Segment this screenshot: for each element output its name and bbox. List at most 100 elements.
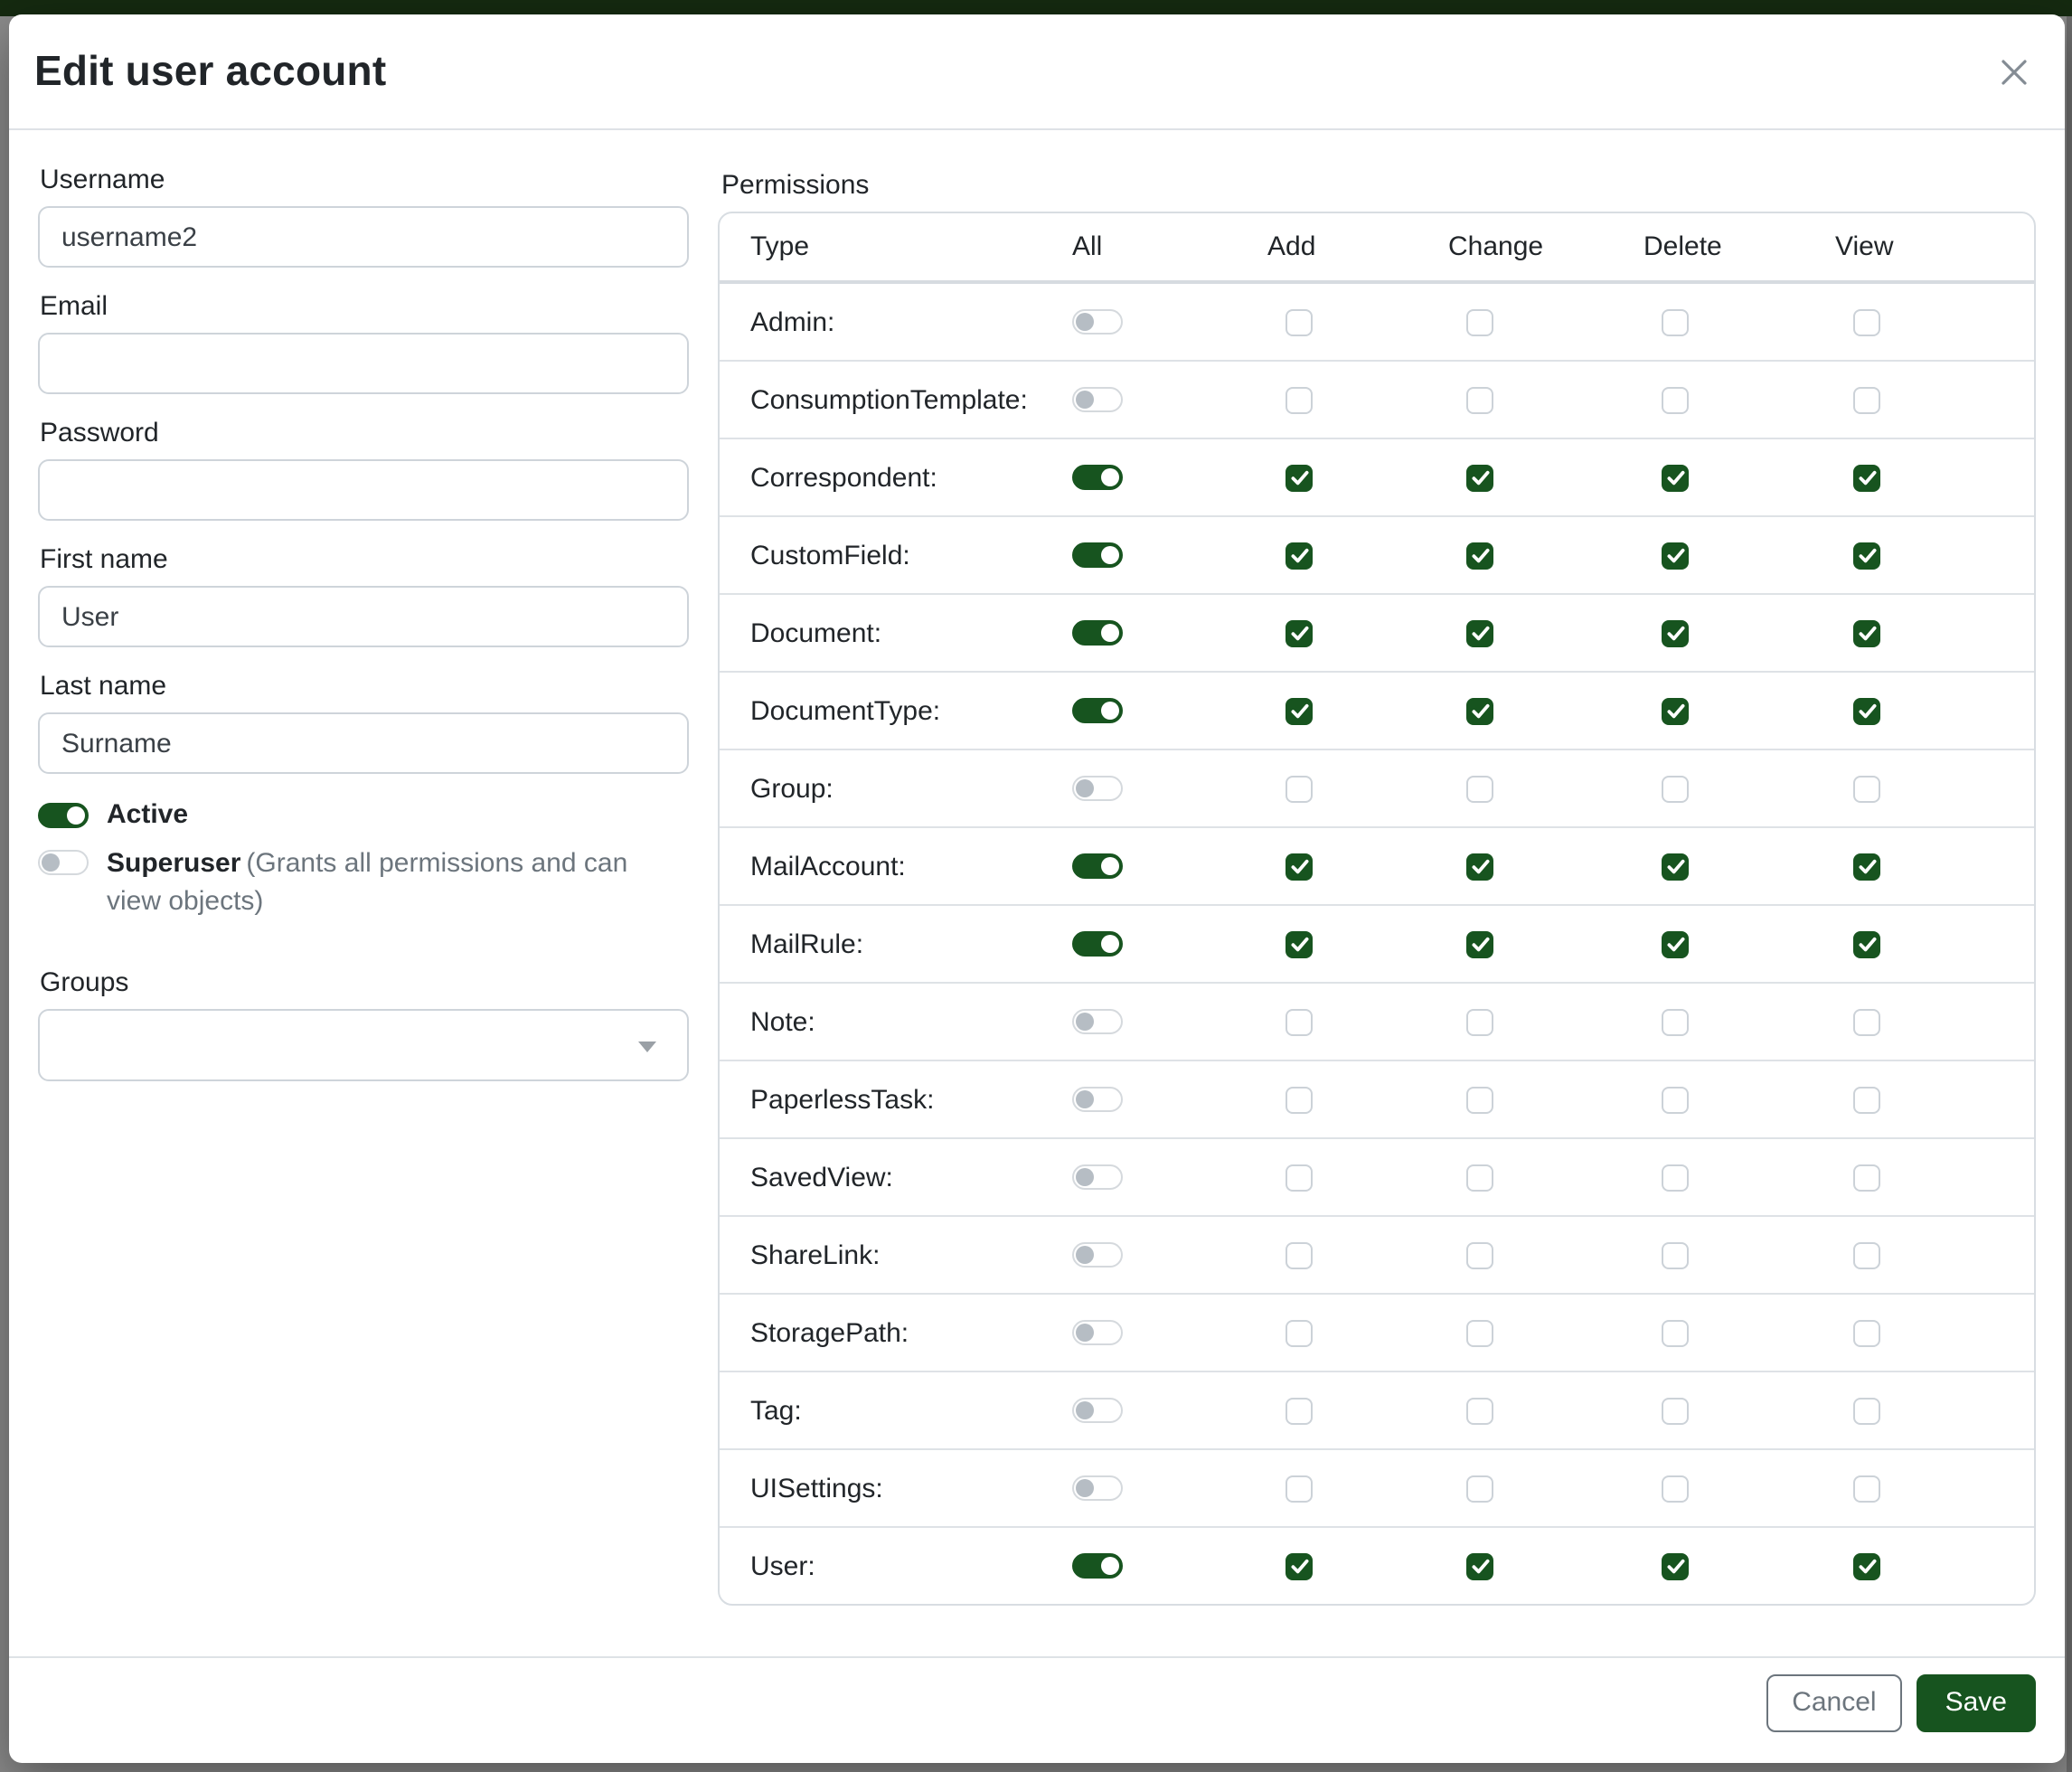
permission-delete-checkbox[interactable] — [1662, 308, 1689, 335]
permission-view-checkbox[interactable] — [1853, 386, 1880, 413]
permission-delete-checkbox[interactable] — [1662, 619, 1689, 646]
permission-delete-checkbox[interactable] — [1662, 1319, 1689, 1346]
permission-change-checkbox[interactable] — [1466, 1397, 1493, 1424]
permission-all-toggle[interactable] — [1072, 465, 1123, 490]
permission-all-toggle[interactable] — [1072, 1320, 1123, 1345]
permission-delete-checkbox[interactable] — [1662, 1241, 1689, 1268]
permission-view-checkbox[interactable] — [1853, 853, 1880, 880]
permission-add-checkbox[interactable] — [1286, 1319, 1313, 1346]
permission-add-checkbox[interactable] — [1286, 1397, 1313, 1424]
permission-view-checkbox[interactable] — [1853, 1397, 1880, 1424]
username-input[interactable] — [38, 206, 689, 268]
permission-view-checkbox[interactable] — [1853, 1552, 1880, 1579]
permission-add-checkbox[interactable] — [1286, 308, 1313, 335]
permission-all-toggle[interactable] — [1072, 309, 1123, 335]
permission-view-checkbox[interactable] — [1853, 619, 1880, 646]
permission-add-checkbox[interactable] — [1286, 464, 1313, 491]
permission-add-checkbox[interactable] — [1286, 619, 1313, 646]
permission-delete-checkbox[interactable] — [1662, 775, 1689, 802]
permission-change-checkbox[interactable] — [1466, 386, 1493, 413]
close-button[interactable] — [1992, 50, 2036, 93]
permission-change-checkbox[interactable] — [1466, 1086, 1493, 1113]
permission-change-checkbox[interactable] — [1466, 1475, 1493, 1502]
cancel-button[interactable]: Cancel — [1766, 1674, 1901, 1732]
permission-all-toggle[interactable] — [1072, 1164, 1123, 1190]
permission-delete-checkbox[interactable] — [1662, 386, 1689, 413]
permission-delete-checkbox[interactable] — [1662, 930, 1689, 957]
save-button[interactable]: Save — [1917, 1674, 2036, 1732]
permission-change-checkbox[interactable] — [1466, 1008, 1493, 1035]
permission-change-checkbox[interactable] — [1466, 1552, 1493, 1579]
permission-view-checkbox[interactable] — [1853, 930, 1880, 957]
first-name-input[interactable] — [38, 586, 689, 647]
permission-view-checkbox[interactable] — [1853, 775, 1880, 802]
page-scrollbar[interactable] — [2067, 16, 2072, 1772]
permission-change-checkbox[interactable] — [1466, 542, 1493, 569]
permission-all-toggle[interactable] — [1072, 1087, 1123, 1112]
permission-delete-checkbox[interactable] — [1662, 697, 1689, 724]
permission-change-checkbox[interactable] — [1466, 1164, 1493, 1191]
permission-all-toggle[interactable] — [1072, 1475, 1123, 1501]
permission-all-toggle[interactable] — [1072, 1398, 1123, 1423]
superuser-toggle[interactable] — [38, 850, 89, 875]
permission-delete-checkbox[interactable] — [1662, 542, 1689, 569]
permission-change-checkbox[interactable] — [1466, 464, 1493, 491]
permission-delete-checkbox[interactable] — [1662, 1164, 1689, 1191]
permission-row: MailAccount: — [720, 826, 2034, 904]
permission-all-toggle[interactable] — [1072, 542, 1123, 568]
permission-all-toggle[interactable] — [1072, 387, 1123, 412]
permission-add-checkbox[interactable] — [1286, 1241, 1313, 1268]
permission-all-toggle[interactable] — [1072, 698, 1123, 723]
email-input[interactable] — [38, 333, 689, 394]
permission-delete-checkbox[interactable] — [1662, 1086, 1689, 1113]
permission-delete-checkbox[interactable] — [1662, 1552, 1689, 1579]
active-toggle[interactable] — [38, 802, 89, 827]
permission-add-checkbox[interactable] — [1286, 1475, 1313, 1502]
password-input[interactable] — [38, 459, 689, 521]
permission-view-checkbox[interactable] — [1853, 464, 1880, 491]
permission-change-checkbox[interactable] — [1466, 697, 1493, 724]
permission-add-checkbox[interactable] — [1286, 775, 1313, 802]
permission-all-toggle[interactable] — [1072, 931, 1123, 957]
permission-all-toggle[interactable] — [1072, 1553, 1123, 1579]
permission-view-checkbox[interactable] — [1853, 1086, 1880, 1113]
permission-change-checkbox[interactable] — [1466, 775, 1493, 802]
permission-add-checkbox[interactable] — [1286, 542, 1313, 569]
groups-select[interactable] — [38, 1009, 689, 1081]
permission-add-checkbox[interactable] — [1286, 386, 1313, 413]
permission-add-checkbox[interactable] — [1286, 1164, 1313, 1191]
permission-view-checkbox[interactable] — [1853, 1319, 1880, 1346]
permission-view-checkbox[interactable] — [1853, 1241, 1880, 1268]
permission-add-checkbox[interactable] — [1286, 697, 1313, 724]
password-label: Password — [40, 418, 689, 450]
permission-all-toggle[interactable] — [1072, 853, 1123, 879]
permission-all-toggle[interactable] — [1072, 620, 1123, 646]
permission-row: SavedView: — [720, 1137, 2034, 1215]
permission-view-checkbox[interactable] — [1853, 697, 1880, 724]
permission-add-checkbox[interactable] — [1286, 1086, 1313, 1113]
permission-delete-checkbox[interactable] — [1662, 1397, 1689, 1424]
permission-view-checkbox[interactable] — [1853, 1475, 1880, 1502]
permission-view-checkbox[interactable] — [1853, 1164, 1880, 1191]
permission-view-checkbox[interactable] — [1853, 308, 1880, 335]
permission-all-toggle[interactable] — [1072, 1242, 1123, 1268]
permission-add-checkbox[interactable] — [1286, 1008, 1313, 1035]
permission-delete-checkbox[interactable] — [1662, 1008, 1689, 1035]
permission-delete-checkbox[interactable] — [1662, 853, 1689, 880]
permission-add-checkbox[interactable] — [1286, 930, 1313, 957]
permission-view-checkbox[interactable] — [1853, 1008, 1880, 1035]
permission-change-checkbox[interactable] — [1466, 619, 1493, 646]
permission-change-checkbox[interactable] — [1466, 1319, 1493, 1346]
permission-change-checkbox[interactable] — [1466, 308, 1493, 335]
permission-add-checkbox[interactable] — [1286, 1552, 1313, 1579]
permission-change-checkbox[interactable] — [1466, 853, 1493, 880]
permission-delete-checkbox[interactable] — [1662, 464, 1689, 491]
permission-add-checkbox[interactable] — [1286, 853, 1313, 880]
permission-change-checkbox[interactable] — [1466, 930, 1493, 957]
last-name-input[interactable] — [38, 712, 689, 774]
permission-all-toggle[interactable] — [1072, 776, 1123, 801]
permission-change-checkbox[interactable] — [1466, 1241, 1493, 1268]
permission-view-checkbox[interactable] — [1853, 542, 1880, 569]
permission-delete-checkbox[interactable] — [1662, 1475, 1689, 1502]
permission-all-toggle[interactable] — [1072, 1009, 1123, 1034]
